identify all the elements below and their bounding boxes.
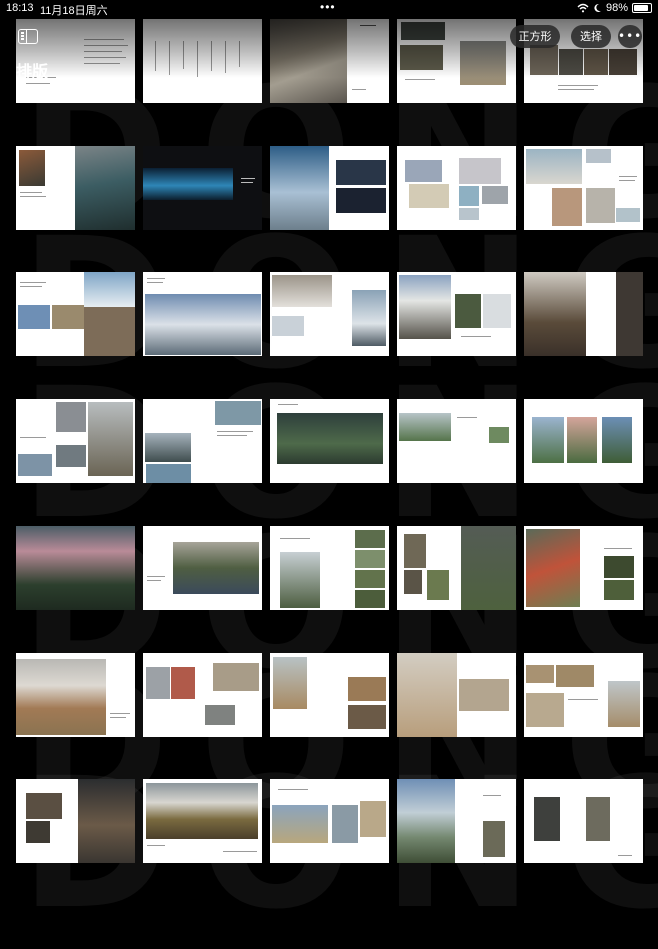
status-bar: 18:13 11月18日周六 ••• 98% <box>0 0 658 17</box>
photo-thumbnail[interactable] <box>270 19 389 103</box>
photo-thumbnail[interactable] <box>270 272 389 356</box>
select-button[interactable]: 选择 <box>571 25 611 48</box>
photo-thumbnail[interactable] <box>16 272 135 356</box>
battery-fill <box>634 5 648 11</box>
ellipsis-icon: ••• <box>618 29 643 43</box>
photo-thumbnail[interactable] <box>524 779 643 863</box>
moon-icon <box>594 3 601 12</box>
photo-thumbnail[interactable] <box>16 526 135 610</box>
photo-thumbnail[interactable] <box>16 399 135 483</box>
multitasking-dots-icon[interactable]: ••• <box>320 0 336 14</box>
photo-thumbnail[interactable] <box>143 272 262 356</box>
photo-thumbnail[interactable] <box>16 146 135 230</box>
sidebar-icon[interactable] <box>18 29 38 44</box>
photo-thumbnail[interactable] <box>524 146 643 230</box>
photo-thumbnail[interactable] <box>270 526 389 610</box>
photo-thumbnail[interactable] <box>270 653 389 737</box>
photo-thumbnail[interactable] <box>397 272 516 356</box>
photo-thumbnail[interactable] <box>143 19 262 103</box>
wifi-icon <box>577 3 589 13</box>
photo-thumbnail[interactable] <box>143 653 262 737</box>
photo-thumbnail[interactable] <box>524 653 643 737</box>
photo-thumbnail[interactable] <box>524 399 643 483</box>
status-time: 18:13 <box>6 2 34 14</box>
photo-thumbnail[interactable] <box>524 272 643 356</box>
photo-thumbnail[interactable] <box>397 399 516 483</box>
status-date: 11月18日周六 <box>40 5 108 17</box>
battery-icon <box>632 3 652 13</box>
photo-thumbnail[interactable] <box>143 399 262 483</box>
photo-thumbnail[interactable] <box>270 399 389 483</box>
photo-thumbnail[interactable] <box>16 653 135 737</box>
album-title: 排版 <box>16 62 49 81</box>
photo-thumbnail[interactable] <box>397 146 516 230</box>
photo-thumbnail[interactable] <box>270 779 389 863</box>
photo-thumbnail[interactable] <box>143 146 262 230</box>
photo-thumbnail[interactable] <box>143 779 262 863</box>
photo-thumbnail[interactable] <box>397 653 516 737</box>
photo-thumbnail[interactable] <box>16 779 135 863</box>
photo-thumbnail[interactable] <box>524 526 643 610</box>
photo-thumbnail[interactable] <box>397 19 516 103</box>
photo-thumbnail[interactable] <box>143 526 262 610</box>
photo-thumbnail[interactable] <box>397 779 516 863</box>
battery-percent: 98% <box>605 2 628 14</box>
photo-thumbnail[interactable] <box>397 526 516 610</box>
photo-thumbnail[interactable] <box>270 146 389 230</box>
square-view-button[interactable]: 正方形 <box>510 25 560 48</box>
more-button[interactable]: ••• <box>618 25 642 48</box>
status-indicators: 98% <box>577 2 652 14</box>
